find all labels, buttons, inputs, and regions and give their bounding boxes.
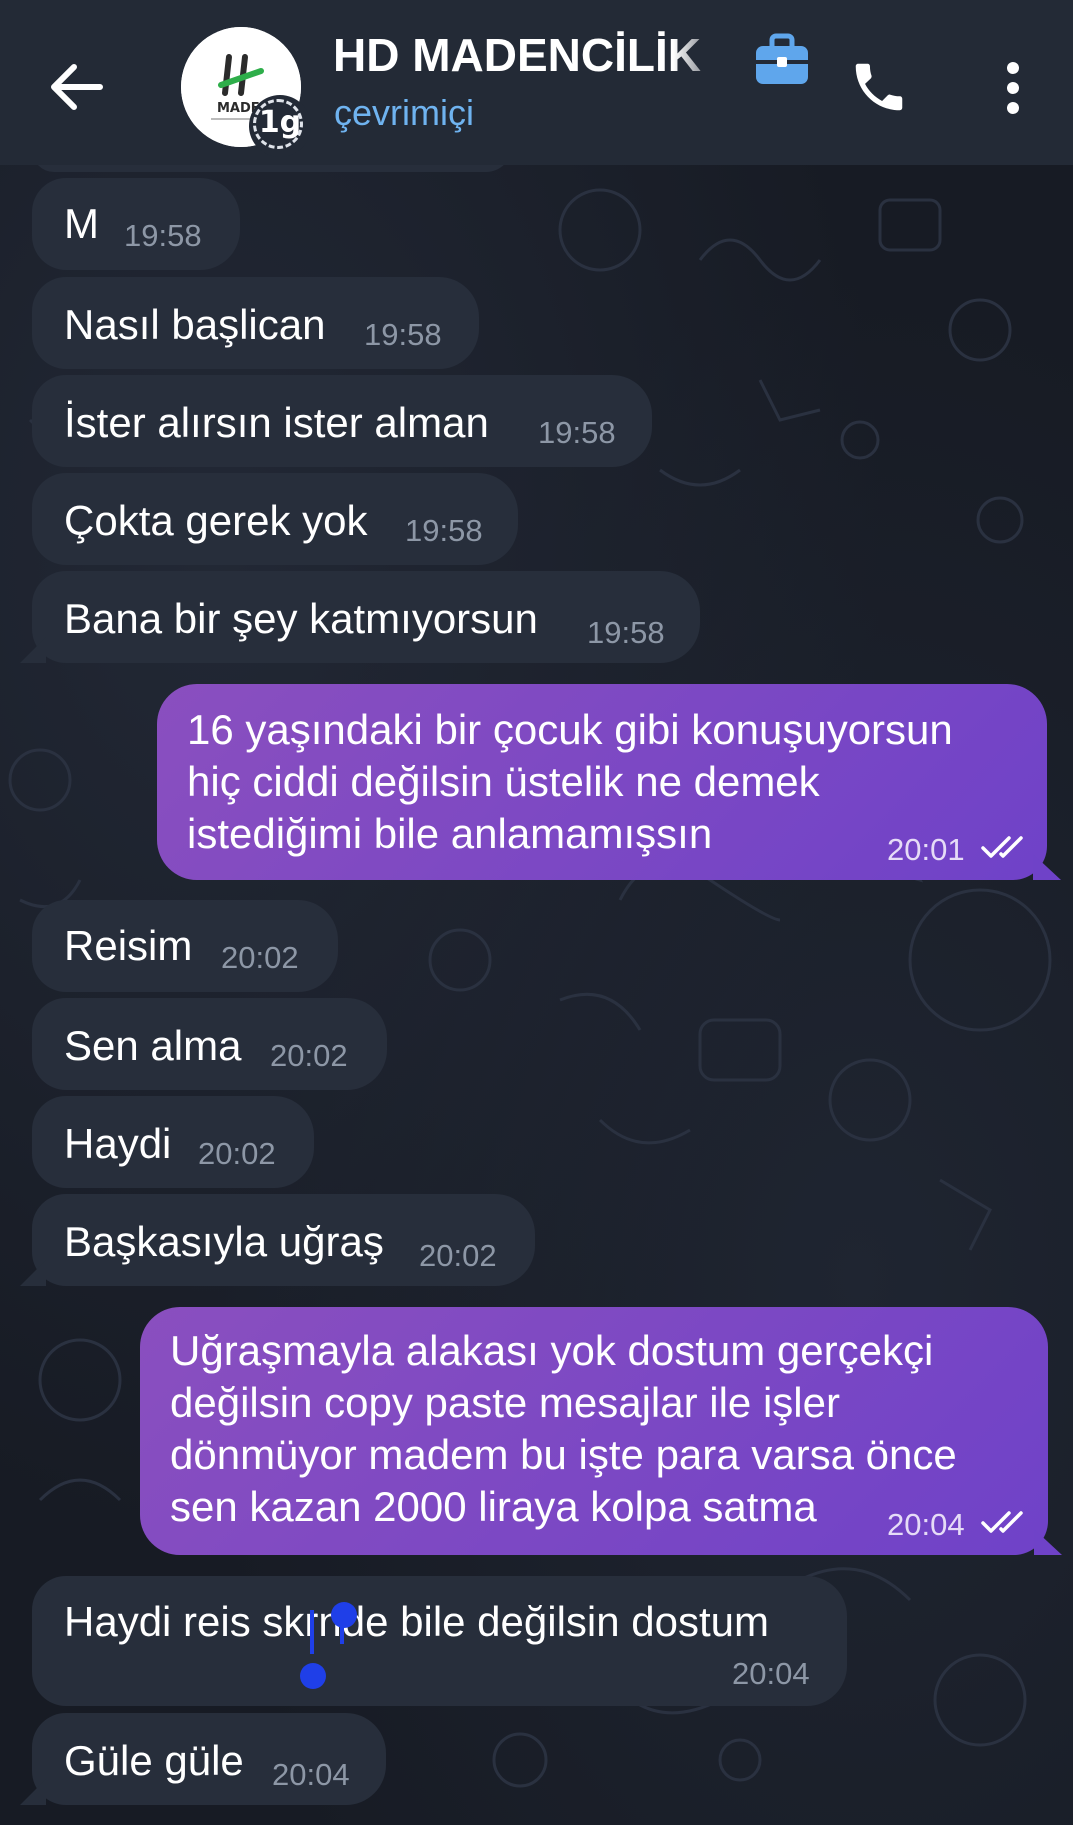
message-text: Reisim <box>64 922 193 969</box>
double-check-icon <box>981 1511 1023 1533</box>
message-text: M <box>64 200 99 247</box>
message-time: 20:02 <box>419 1238 497 1273</box>
message-text: Çokta gerek yok <box>64 497 368 544</box>
message-line: dönmüyor madem bu işte para varsa önce <box>170 1431 957 1478</box>
message-text: Nasıl başlican <box>64 301 326 348</box>
message-line: Uğraşmayla alakası yok dostum gerçekçi <box>170 1327 934 1374</box>
message-time: 19:58 <box>364 317 442 352</box>
double-check-icon <box>981 836 1023 858</box>
message-text[interactable]: Haydi reis skrnde bile değilsin dostum <box>64 1598 769 1646</box>
story-badge-label: 1g <box>258 105 302 140</box>
chat-status: çevrimiçi <box>334 92 474 133</box>
more-vert-icon <box>1007 62 1019 114</box>
message-line: sen kazan 2000 liraya kolpa satma <box>170 1483 817 1530</box>
back-button[interactable] <box>42 52 112 122</box>
message-text: Haydi <box>64 1120 172 1167</box>
phone-icon <box>855 63 903 111</box>
message-incoming[interactable]: İster alırsın ister alman 19:58 <box>32 375 652 467</box>
message-outgoing[interactable]: 16 yaşındaki bir çocuk gibi konuşuyorsun… <box>157 684 1061 880</box>
message-time: 19:58 <box>538 415 616 450</box>
message-incoming[interactable]: Haydi 20:02 <box>32 1096 314 1188</box>
arrow-left-icon <box>51 64 103 110</box>
message-text: Sen alma <box>64 1022 242 1069</box>
message-text: Güle güle <box>64 1737 244 1784</box>
message-incoming[interactable]: Reisim 20:02 <box>32 900 338 992</box>
message-incoming[interactable]: Nasıl başlican 19:58 <box>32 277 479 369</box>
message-incoming[interactable]: Sen alma 20:02 <box>32 998 387 1090</box>
message-incoming[interactable]: Güle güle 20:04 <box>20 1713 386 1805</box>
message-time: 20:04 <box>887 1507 965 1542</box>
message-time: 19:58 <box>587 615 665 650</box>
message-time: 20:02 <box>221 940 299 975</box>
message-line: 16 yaşındaki bir çocuk gibi konuşuyorsun <box>187 706 953 753</box>
more-options-button[interactable] <box>995 58 1031 118</box>
message-line: istediğimi bile anlamamışsın <box>187 810 713 857</box>
selection-cursor-start <box>310 1610 314 1654</box>
selection-handle-end[interactable] <box>331 1602 357 1628</box>
business-badge <box>752 30 812 88</box>
message-text: Başkasıyla uğraş <box>64 1218 384 1265</box>
message-text: İster alırsın ister alman <box>64 399 489 446</box>
story-badge: 1g <box>249 95 311 157</box>
message-outgoing[interactable]: Uğraşmayla alakası yok dostum gerçekçi d… <box>140 1307 1062 1555</box>
message-incoming[interactable]: Çokta gerek yok 19:58 <box>32 473 518 565</box>
message-time: 20:02 <box>270 1038 348 1073</box>
message-time: 20:02 <box>198 1136 276 1171</box>
briefcase-icon <box>756 33 808 84</box>
message-incoming[interactable]: Başkasıyla uğraş 20:02 <box>20 1194 535 1286</box>
message-text: Bana bir şey katmıyorsun <box>64 595 538 642</box>
message-incoming[interactable]: M 19:58 <box>32 178 240 270</box>
message-line: değilsin copy paste mesajlar ile işler <box>170 1379 840 1426</box>
chat-header: MADE 1g HD MADENCİLİK çevrimiçi <box>0 0 1073 165</box>
call-button[interactable] <box>848 56 910 118</box>
message-time: 19:58 <box>405 513 483 548</box>
message-time: 19:58 <box>124 218 202 253</box>
message-time: 20:04 <box>732 1656 810 1691</box>
message-incoming[interactable]: Bana bir şey katmıyorsun 19:58 <box>20 571 700 663</box>
message-line: hiç ciddi değilsin üstelik ne demek <box>187 758 820 805</box>
chat-title[interactable]: HD MADENCİLİK <box>333 28 733 88</box>
selection-handle-start[interactable] <box>300 1663 326 1689</box>
message-incoming[interactable]: Haydi reis skrnde bile değilsin dostum 2… <box>32 1576 847 1706</box>
message-time: 20:01 <box>887 832 965 867</box>
message-time: 20:04 <box>272 1757 350 1792</box>
